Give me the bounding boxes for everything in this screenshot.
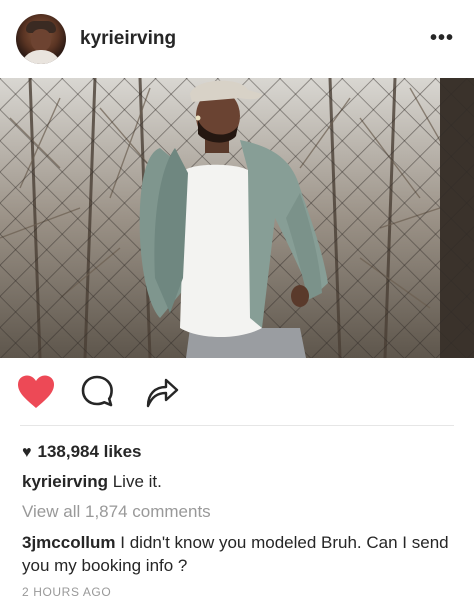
heart-filled-icon xyxy=(18,375,54,408)
comment-item: 3jmccollum I didn't know you modeled Bru… xyxy=(22,531,458,577)
post-timestamp: 2 HOURS AGO xyxy=(22,585,112,599)
likes-text: 138,984 likes xyxy=(37,442,142,461)
post-header: kyrieirving ••• xyxy=(0,0,474,78)
share-button[interactable] xyxy=(144,374,182,410)
post-photo[interactable] xyxy=(0,78,474,358)
avatar-face xyxy=(31,29,51,51)
post-caption: kyrieirving Live it. xyxy=(22,472,162,492)
comment-button[interactable] xyxy=(80,374,118,410)
small-heart-icon: ♥ xyxy=(22,444,32,461)
comment-username[interactable]: 3jmccollum xyxy=(22,533,116,552)
likes-count[interactable]: ♥ 138,984 likes xyxy=(22,442,141,462)
caption-username[interactable]: kyrieirving xyxy=(22,472,108,491)
post-username[interactable]: kyrieirving xyxy=(80,28,176,50)
caption-text: Live it. xyxy=(108,472,162,491)
share-arrow-icon xyxy=(146,378,179,408)
avatar[interactable] xyxy=(16,14,66,64)
divider xyxy=(20,425,454,426)
view-all-comments-link[interactable]: View all 1,874 comments xyxy=(22,502,211,522)
speech-bubble-icon xyxy=(81,375,113,407)
like-button[interactable] xyxy=(16,374,54,410)
avatar-shoulders xyxy=(20,50,62,64)
more-options-icon[interactable]: ••• xyxy=(430,28,454,48)
photo-illustration xyxy=(0,78,474,358)
post-actions xyxy=(0,358,474,424)
